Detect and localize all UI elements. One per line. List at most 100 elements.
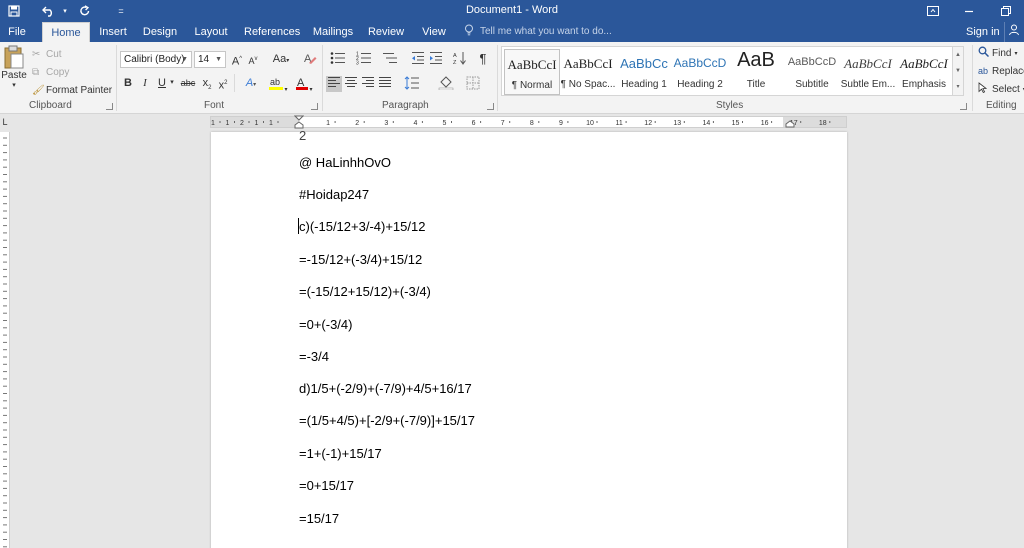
sort-icon[interactable]: AZ: [452, 51, 468, 67]
text-effects-icon[interactable]: A▾: [240, 75, 262, 91]
chevron-down-icon[interactable]: ▾: [1014, 50, 1017, 57]
subscript-button[interactable]: x2: [200, 75, 214, 91]
borders-icon[interactable]: [460, 76, 486, 92]
tab-mailings[interactable]: Mailings: [310, 22, 356, 42]
clipboard-dialog-launcher-icon[interactable]: [106, 103, 113, 110]
chevron-down-icon[interactable]: ▾: [168, 75, 176, 91]
align-right-icon[interactable]: [360, 76, 376, 92]
tell-me-box[interactable]: Tell me what you want to do...: [480, 22, 612, 42]
svg-text:A: A: [453, 53, 457, 59]
style-preview: AaBbCcI: [900, 56, 948, 71]
paragraph-line[interactable]: =-3/4: [299, 348, 329, 366]
ruler-tick-label: 10: [586, 120, 594, 127]
tab-view[interactable]: View: [418, 22, 450, 42]
style-normal[interactable]: AaBbCcI ¶ Normal: [504, 49, 560, 95]
vertical-ruler[interactable]: [0, 132, 10, 548]
paragraph-line[interactable]: @ HaLinhhOvO: [299, 154, 391, 172]
numbering-icon[interactable]: 123: [352, 51, 376, 67]
change-case-icon[interactable]: Aa▾: [270, 51, 292, 67]
more-icon[interactable]: ▾: [953, 79, 963, 95]
styles-dialog-launcher-icon[interactable]: [960, 103, 967, 110]
grow-font-icon[interactable]: A^: [230, 51, 244, 68]
italic-button[interactable]: I: [139, 75, 151, 91]
scroll-down-icon[interactable]: ▼: [953, 63, 963, 79]
underline-button[interactable]: U: [156, 75, 168, 91]
align-center-icon[interactable]: [343, 76, 359, 92]
find-button[interactable]: Find ▾: [978, 46, 1017, 60]
paragraph-line[interactable]: 2: [299, 127, 306, 145]
ruler-tick-label: 1: [326, 120, 330, 127]
tab-references[interactable]: References: [244, 22, 300, 42]
scroll-up-icon[interactable]: ▲: [953, 47, 963, 63]
cursor-icon: [978, 82, 992, 96]
strikethrough-button[interactable]: abc: [180, 75, 196, 91]
copy-icon: ⧉: [32, 66, 40, 78]
ruler-tick-label: 18: [819, 120, 827, 127]
share-icon[interactable]: [1004, 22, 1024, 42]
paragraph-line[interactable]: =1+(-1)+15/17: [299, 445, 382, 463]
tab-insert[interactable]: Insert: [96, 22, 130, 42]
line-spacing-icon[interactable]: [400, 76, 424, 92]
chevron-down-icon[interactable]: ▼: [181, 52, 188, 67]
shading-icon[interactable]: [434, 76, 458, 92]
paragraph-line[interactable]: =-15/12+(-3/4)+15/12: [299, 251, 422, 269]
highlight-color-icon[interactable]: ab ▾: [266, 75, 290, 93]
font-size-box[interactable]: 14 ▼: [194, 51, 226, 68]
ribbon-display-options-icon[interactable]: [924, 0, 942, 22]
paragraph-dialog-launcher-icon[interactable]: [487, 103, 494, 110]
document-page[interactable]: 2 @ HaLinhhOvO #Hoidap247 c)(-15/12+3/-4…: [211, 128, 847, 548]
style-title[interactable]: AaB Title: [728, 49, 784, 95]
increase-indent-icon[interactable]: [428, 51, 444, 67]
styles-gallery-scroll[interactable]: ▲ ▼ ▾: [953, 46, 964, 96]
text-cursor: [298, 218, 299, 234]
style-name: Emphasis: [902, 79, 946, 90]
font-family-box[interactable]: Calibri (Body) ▼: [120, 51, 192, 68]
cut-button[interactable]: ✂ Cut: [32, 46, 62, 62]
font-group-label: Font: [204, 100, 225, 111]
tab-review[interactable]: Review: [366, 22, 406, 42]
paragraph-line[interactable]: c)(-15/12+3/-4)+15/12: [299, 218, 425, 236]
shrink-font-icon[interactable]: Av: [246, 51, 260, 67]
select-button[interactable]: Select ▾: [978, 82, 1024, 96]
tab-layout[interactable]: Layout: [190, 22, 232, 42]
minimize-icon[interactable]: [960, 0, 978, 22]
right-indent-marker-icon[interactable]: [785, 120, 795, 128]
paragraph-line[interactable]: =15/17: [299, 510, 339, 528]
paragraph-line[interactable]: d)1/5+(-2/9)+(-7/9)+4/5+16/17: [299, 380, 472, 398]
font-color-icon[interactable]: A ▾: [292, 75, 316, 93]
multilevel-list-icon[interactable]: [378, 51, 402, 67]
format-painter-label: Format Painter: [46, 84, 113, 96]
tab-file[interactable]: File: [4, 22, 30, 42]
decrease-indent-icon[interactable]: [410, 51, 426, 67]
align-left-icon[interactable]: [326, 76, 342, 92]
bold-button[interactable]: B: [122, 75, 134, 91]
style-no-spacing[interactable]: AaBbCcI ¶ No Spac...: [560, 49, 616, 95]
show-formatting-marks-icon[interactable]: ¶: [476, 51, 490, 67]
justify-icon[interactable]: [377, 76, 393, 92]
tab-selector-icon[interactable]: L: [0, 115, 10, 129]
chevron-down-icon[interactable]: ▼: [215, 52, 222, 67]
style-subtitle[interactable]: AaBbCcD Subtitle: [784, 49, 840, 95]
style-heading-1[interactable]: AaBbCc Heading 1: [616, 49, 672, 95]
replace-button[interactable]: ab Replace: [978, 64, 1024, 78]
style-subtle-emphasis[interactable]: AaBbCcI Subtle Em...: [840, 49, 896, 95]
paste-button[interactable]: Paste ▾: [1, 44, 27, 98]
tab-design[interactable]: Design: [140, 22, 180, 42]
paragraph-line[interactable]: =(-15/12+15/12)+(-3/4): [299, 283, 431, 301]
style-emphasis[interactable]: AaBbCcI Emphasis: [896, 49, 952, 95]
tab-home[interactable]: Home: [42, 22, 90, 42]
style-heading-2[interactable]: AaBbCcD Heading 2: [672, 49, 728, 95]
format-painter-button[interactable]: 🖌 Format Painter: [32, 82, 112, 98]
paragraph-line[interactable]: =(1/5+4/5)+[-2/9+(-7/9)]+15/17: [299, 412, 475, 430]
clear-formatting-icon[interactable]: A: [302, 51, 318, 67]
font-dialog-launcher-icon[interactable]: [311, 103, 318, 110]
paragraph-line[interactable]: =0+15/17: [299, 477, 354, 495]
bullets-icon[interactable]: [326, 51, 350, 67]
paragraph-line[interactable]: #Hoidap247: [299, 186, 369, 204]
copy-button[interactable]: ⧉ Copy: [32, 64, 69, 80]
paste-dropdown-icon[interactable]: ▾: [12, 81, 16, 89]
sign-in-link[interactable]: Sign in: [966, 22, 1000, 42]
paragraph-line[interactable]: =0+(-3/4): [299, 316, 352, 334]
superscript-button[interactable]: x2: [216, 75, 230, 92]
restore-icon[interactable]: [996, 0, 1016, 22]
